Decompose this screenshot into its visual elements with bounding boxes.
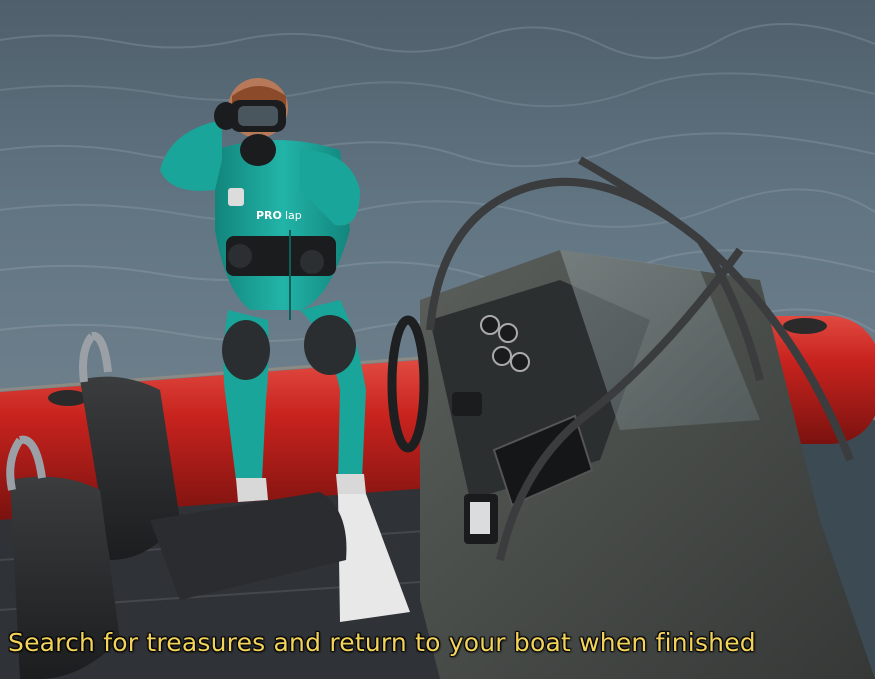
suit-brand-text: PRO (256, 209, 282, 222)
suit-brand-suffix: lap (285, 209, 302, 222)
scene-illustration: PRO lap (0, 0, 875, 679)
game-viewport[interactable]: PRO lap Search for treasures and return … (0, 0, 875, 679)
objective-subtitle: Search for treasures and return to your … (8, 628, 756, 657)
